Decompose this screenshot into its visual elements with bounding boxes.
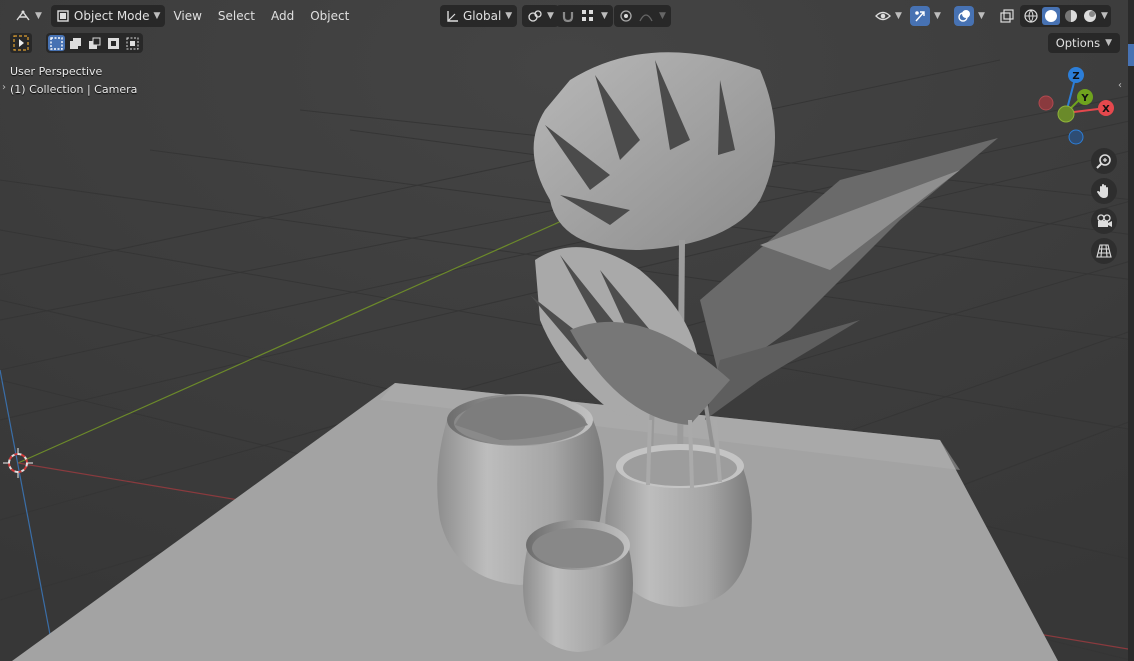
mode-dropdown[interactable]: Object Mode ▼ [50, 5, 166, 27]
z-axis-label: Z [1072, 71, 1079, 82]
chevron-down-icon[interactable]: ▼ [978, 11, 985, 21]
magnet-icon[interactable] [561, 9, 575, 23]
chevron-down-icon: ▼ [1105, 38, 1112, 48]
pivot-dropdown[interactable]: ▼ [522, 5, 559, 27]
select-mode-group [46, 33, 143, 53]
falloff-icon[interactable] [639, 9, 653, 23]
material-shading-icon[interactable] [1063, 8, 1079, 24]
ortho-toggle-button[interactable] [1091, 238, 1117, 264]
pivot-icon [528, 10, 542, 22]
perspective-label: User Perspective [10, 65, 103, 78]
select-extend-icon [70, 37, 81, 49]
select-mode-extend[interactable] [67, 35, 84, 51]
menu-object[interactable]: Object [302, 5, 357, 27]
proportional-edit-icon[interactable] [619, 9, 633, 23]
select-mode-invert[interactable] [105, 35, 122, 51]
tool-settings-row [10, 33, 143, 53]
gizmo-icon [915, 11, 925, 22]
select-mode-new[interactable] [48, 35, 65, 51]
options-dropdown[interactable]: Options ▼ [1047, 33, 1120, 53]
editor-type-button[interactable]: ▼ [10, 5, 47, 27]
select-invert-icon [108, 37, 119, 49]
neg-z-axis-icon[interactable] [1068, 129, 1084, 145]
chevron-down-icon: ▼ [895, 11, 902, 21]
neg-y-axis-icon[interactable] [1057, 105, 1075, 123]
menu-select[interactable]: Select [210, 5, 263, 27]
object-mode-icon [57, 10, 69, 22]
select-mode-intersect[interactable] [124, 35, 141, 51]
xray-toggle[interactable] [995, 5, 1019, 27]
overlay-icon [958, 10, 970, 22]
chevron-down-icon[interactable]: ▼ [934, 11, 941, 21]
proportional-group: ▼ [614, 5, 671, 27]
select-intersect-icon [126, 37, 139, 49]
active-area-marker [1128, 44, 1134, 66]
select-mode-subtract[interactable] [86, 35, 103, 51]
pan-button[interactable] [1091, 178, 1117, 204]
scene-render [0, 0, 1134, 661]
x-axis-label: X [1102, 104, 1110, 115]
viewport-header: ▼ Object Mode ▼ View Select Add Object G… [0, 0, 1134, 32]
menu-add[interactable]: Add [263, 5, 302, 27]
y-axis-label: Y [1080, 93, 1089, 104]
chevron-down-icon: ▼ [35, 11, 42, 21]
snap-increment-icon[interactable] [581, 9, 595, 23]
cursor-select-icon [13, 35, 29, 51]
chevron-down-icon[interactable]: ▼ [601, 11, 608, 21]
chevron-down-icon[interactable]: ▼ [659, 11, 666, 21]
xray-icon [1000, 9, 1014, 23]
chevron-down-icon: ▼ [153, 11, 161, 21]
solid-shading-button[interactable] [1042, 7, 1060, 25]
chevron-down-icon[interactable]: ▼ [1101, 11, 1108, 21]
snap-group: ▼ [556, 5, 613, 27]
options-label: Options [1055, 36, 1101, 50]
eye-icon [875, 11, 891, 21]
collection-label: (1) Collection | Camera [10, 83, 138, 96]
select-new-icon [50, 36, 63, 50]
zoom-button[interactable] [1091, 148, 1117, 174]
hand-pan-icon [1097, 184, 1108, 198]
gizmo-toggle[interactable] [910, 6, 930, 26]
camera-view-button[interactable] [1091, 208, 1117, 234]
camera-view-icon [1097, 214, 1112, 227]
chevron-down-icon: ▼ [505, 11, 513, 21]
select-subtract-icon [89, 37, 101, 49]
navigation-gizmo[interactable]: Z Y X [1030, 62, 1120, 152]
overlay-toggle[interactable] [954, 6, 974, 26]
select-tool-button[interactable] [10, 33, 32, 53]
orientation-dropdown[interactable]: Global ▼ [440, 5, 518, 27]
pot-small [523, 520, 633, 652]
orientation-label: Global [463, 9, 502, 23]
3d-viewport[interactable]: ▼ Object Mode ▼ View Select Add Object G… [0, 0, 1134, 661]
shading-group: ▼ [1020, 5, 1111, 27]
zoom-icon [1096, 154, 1111, 169]
solid-shading-icon [1045, 10, 1057, 22]
overlay-group: ▼ [949, 5, 990, 27]
toolbar-expand-icon[interactable]: › [2, 82, 6, 93]
chevron-down-icon: ▼ [547, 11, 554, 21]
menu-view[interactable]: View [165, 5, 209, 27]
wireframe-shading-icon[interactable] [1023, 8, 1039, 24]
right-edge-strip [1128, 0, 1134, 661]
viewport-editor-icon [16, 10, 30, 21]
rendered-shading-icon[interactable] [1082, 8, 1098, 24]
visibility-dropdown[interactable]: ▼ [870, 5, 907, 27]
grid-ortho-icon [1096, 244, 1112, 258]
transform-orientation-icon [447, 11, 458, 22]
gizmo-group: ▼ [905, 5, 946, 27]
neg-x-axis-icon[interactable] [1038, 95, 1054, 111]
mode-label: Object Mode [73, 9, 150, 23]
